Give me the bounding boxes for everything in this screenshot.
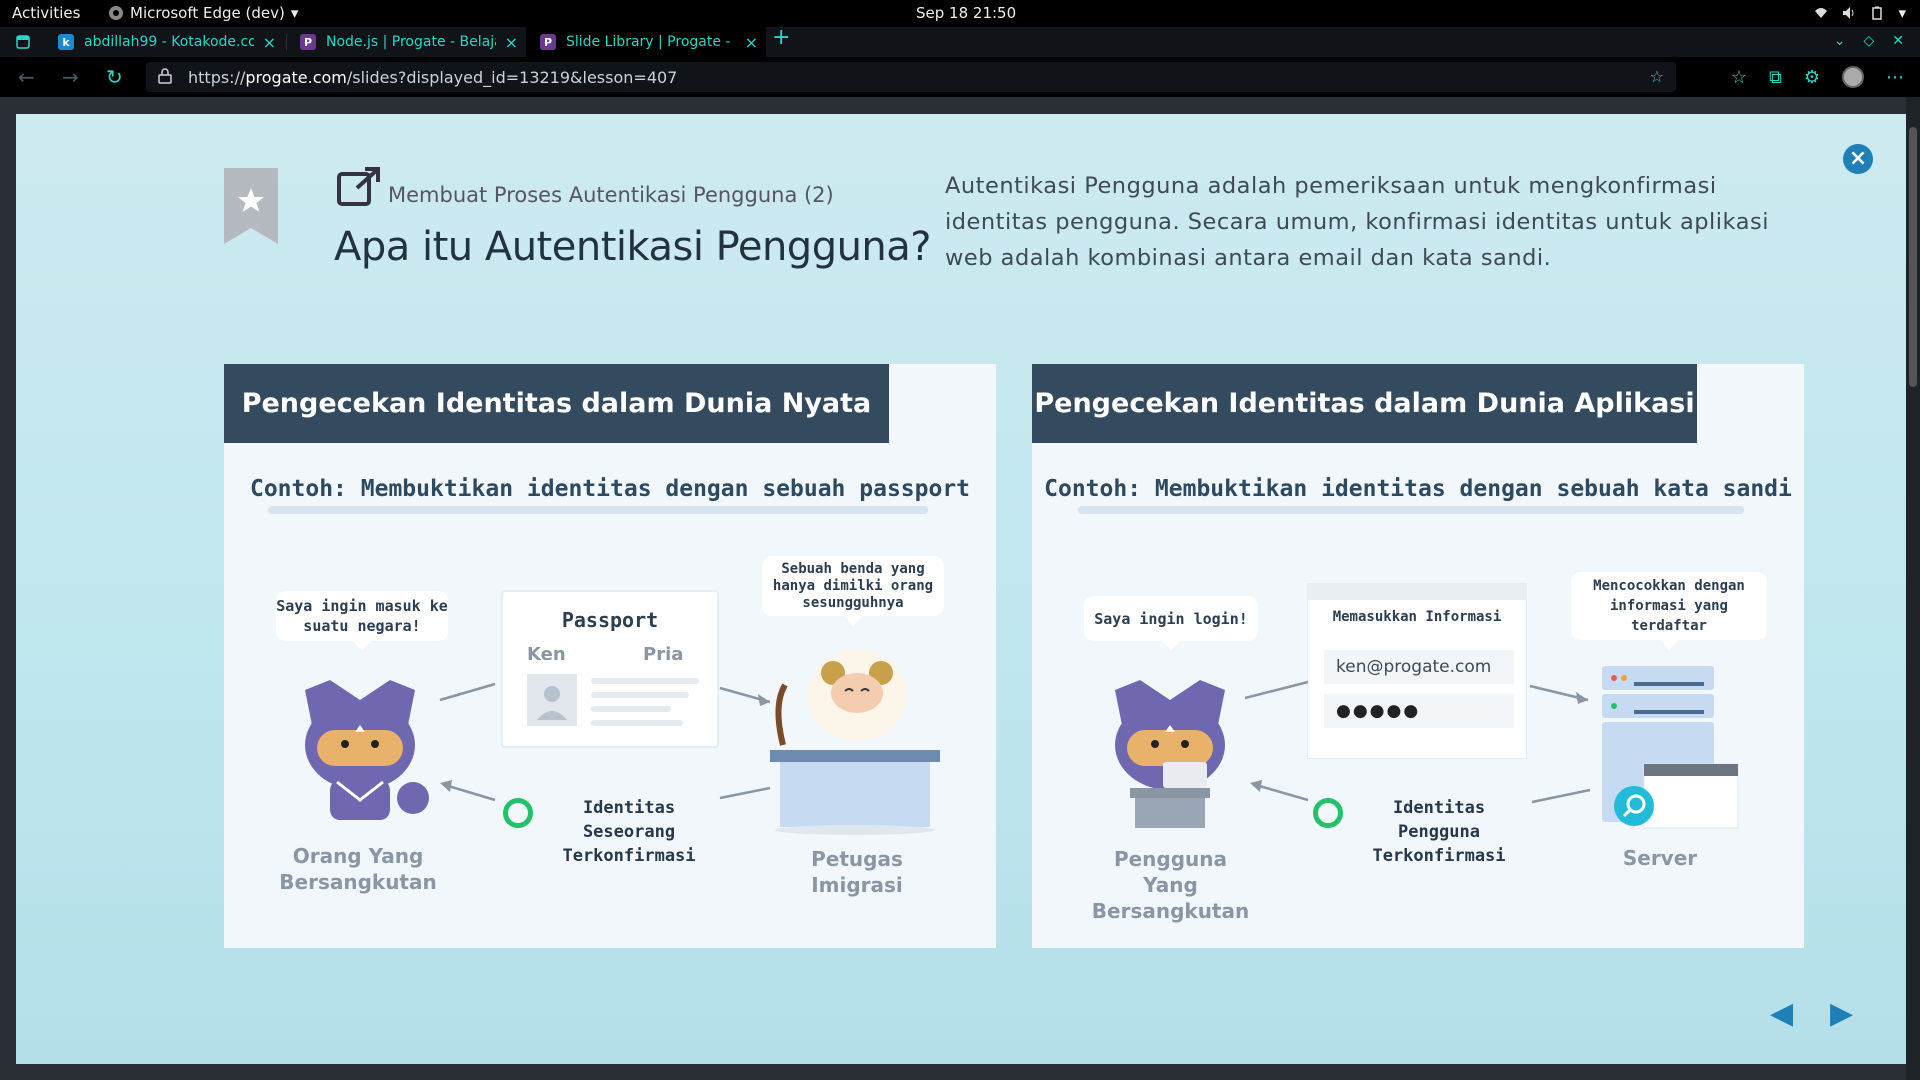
example-underline [1078, 506, 1744, 514]
browser-toolbar: ← → ↻ https://progate.com/slides?display… [0, 57, 1920, 97]
page-scrollbar[interactable] [1906, 97, 1920, 1080]
minimize-icon[interactable]: ◇ [1863, 33, 1874, 49]
add-favorite-star-icon[interactable]: ☆ [1650, 67, 1664, 86]
forward-arrow-icon[interactable]: → [62, 65, 79, 89]
power-menu-chevron-icon: ▾ [1898, 4, 1906, 22]
url-text: https://progate.com/slides?displayed_id=… [188, 68, 678, 87]
system-tray[interactable]: ▾ [1814, 4, 1906, 22]
user-confirmed-label: Identitas Pengguna Terkonfirmasi [1313, 796, 1529, 868]
check-circle-icon [503, 798, 533, 828]
volume-icon [1843, 7, 1854, 19]
server-caption: Server [1622, 846, 1698, 870]
bookmark-star-icon[interactable] [224, 168, 278, 244]
reload-icon[interactable]: ↻ [106, 65, 123, 89]
battery-icon [1872, 6, 1883, 20]
server-speech-bubble: Mencocokkan dengan informasi yang terdaf… [1571, 572, 1767, 650]
tab-strip: k abdillah99 - Kotakode.com × P Node.js … [0, 25, 1920, 57]
tab-strip-controls: ⌄ ◇ ✕ [1834, 33, 1904, 49]
wifi-icon [1815, 8, 1828, 18]
more-menu-icon[interactable]: ⋯ [1886, 67, 1904, 88]
login-header: Memasukkan Informasi [1332, 609, 1502, 625]
passport-title: Passport [561, 608, 659, 632]
tab-slide-library[interactable]: P Slide Library | Progate - B × [526, 27, 766, 57]
identity-confirmed-label: Identitas Seseorang Terkonfirmasi [503, 796, 719, 868]
close-tab-icon[interactable]: × [745, 33, 758, 52]
scrollbar-thumb[interactable] [1909, 127, 1917, 387]
previous-slide-button[interactable]: ◀ [1770, 996, 1793, 1031]
tab-title: abdillah99 - Kotakode.com [84, 34, 254, 50]
toolbar-actions: ☆ ⧉ ⚙ ⋯ [1731, 66, 1904, 88]
tab-title: Slide Library | Progate - B [566, 34, 736, 50]
address-bar[interactable]: https://progate.com/slides?displayed_id=… [146, 62, 1676, 92]
ninja-user-icon [1115, 680, 1225, 828]
activities-button[interactable]: Activities [12, 4, 80, 22]
tab-title: Node.js | Progate - Belajar [326, 34, 496, 50]
tab-progate-nodejs[interactable]: P Node.js | Progate - Belajar × [286, 27, 526, 57]
browser-bar [1308, 584, 1526, 600]
tab-list-chevron-icon[interactable]: ⌄ [1834, 33, 1846, 49]
close-tab-icon[interactable]: × [505, 33, 518, 52]
progate-favicon-icon: P [300, 34, 316, 50]
lock-icon[interactable] [158, 68, 172, 84]
officer-caption: Petugas Imigrasi [811, 847, 903, 897]
ninja-character-icon [305, 680, 429, 820]
lesson-subtitle: Membuat Proses Autentikasi Pengguna (2) [388, 183, 834, 207]
close-tab-icon[interactable]: × [263, 33, 276, 52]
check-circle-icon [1313, 798, 1343, 828]
person-speech-bubble: Saya ingin masuk ke suatu negara! [276, 591, 448, 651]
profile-avatar[interactable] [1842, 66, 1864, 88]
system-top-bar: Activities Microsoft Edge (dev) ▾ Sep 18… [0, 0, 1920, 27]
officer-speech-bubble: Sebuah benda yang hanya dimilki orang se… [762, 556, 944, 626]
kotakode-favicon-icon: k [58, 34, 74, 50]
edge-icon [109, 6, 123, 20]
tab-kotakode[interactable]: k abdillah99 - Kotakode.com × [44, 27, 284, 57]
server-icon [1602, 666, 1739, 829]
progate-favicon-icon: P [540, 34, 556, 50]
tab-actions-icon[interactable] [16, 35, 30, 49]
close-slide-button[interactable]: × [1843, 144, 1873, 174]
external-link-icon [337, 167, 380, 206]
slide-title: Apa itu Autentikasi Pengguna? [334, 224, 932, 270]
user-speech-bubble: Saya ingin login! [1084, 596, 1258, 651]
app-menu-label: Microsoft Edge (dev) [130, 4, 285, 22]
next-slide-button[interactable]: ▶ [1830, 996, 1853, 1031]
new-tab-button[interactable]: + [772, 25, 790, 50]
flow-arrows [439, 682, 771, 802]
example-text: Contoh: Membuktikan identitas dengan seb… [249, 476, 971, 502]
clock[interactable]: Sep 18 21:50 [916, 4, 1016, 22]
collections-icon[interactable]: ⧉ [1769, 67, 1782, 88]
favorites-icon[interactable]: ☆ [1731, 67, 1747, 88]
extensions-icon[interactable]: ⚙ [1804, 67, 1820, 88]
person-caption: Orang Yang Bersangkutan [279, 844, 437, 894]
chevron-down-icon: ▾ [290, 4, 299, 22]
user-caption: Pengguna Yang Bersangkutan [1091, 847, 1250, 923]
example-text: Contoh: Membuktikan identitas dengan seb… [1044, 476, 1792, 502]
panel-heading: Pengecekan Identitas dalam Dunia Aplikas… [1032, 364, 1697, 443]
close-window-icon[interactable]: ✕ [1892, 33, 1904, 49]
panel-heading: Pengecekan Identitas dalam Dunia Nyata [224, 364, 889, 443]
back-arrow-icon[interactable]: ← [18, 65, 35, 89]
app-menu[interactable]: Microsoft Edge (dev) ▾ [108, 4, 298, 22]
immigration-officer-icon [770, 649, 940, 835]
slide-description: Autentikasi Pengguna adalah pemeriksaan … [945, 173, 1769, 271]
example-underline [268, 506, 928, 514]
